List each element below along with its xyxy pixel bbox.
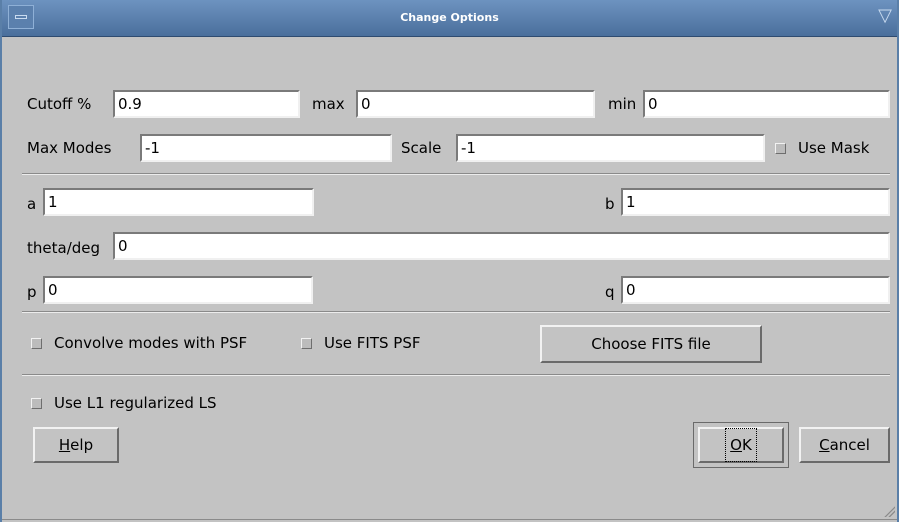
min-label: min (608, 95, 637, 113)
b-label: b (605, 195, 615, 213)
shade-triangle-icon[interactable]: ▽ (873, 2, 897, 32)
title-bar[interactable]: Change Options ▽ (2, 0, 897, 37)
help-mnemonic: H (58, 436, 71, 454)
use-fits-psf-checkbox[interactable] (301, 338, 312, 349)
use-mask-label[interactable]: Use Mask (798, 139, 869, 157)
scale-label: Scale (401, 139, 442, 157)
q-label: q (605, 283, 615, 301)
max-input[interactable]: 0 (356, 90, 595, 118)
a-label: a (27, 195, 37, 213)
change-options-dialog: Change Options ▽ Cutoff % 0.9 max 0 min … (0, 0, 899, 522)
max-modes-input[interactable]: -1 (140, 134, 392, 162)
ok-button[interactable]: OK (698, 427, 784, 463)
separator (22, 311, 890, 313)
cutoff-label: Cutoff % (27, 95, 92, 113)
min-input[interactable]: 0 (643, 90, 890, 118)
choose-fits-file-label: Choose FITS file (591, 335, 711, 353)
use-fits-psf-label[interactable]: Use FITS PSF (324, 334, 421, 352)
bottom-border (2, 519, 897, 520)
use-l1-checkbox[interactable] (31, 398, 42, 409)
convolve-psf-checkbox[interactable] (31, 338, 42, 349)
scale-input[interactable]: -1 (456, 134, 765, 162)
separator (22, 374, 890, 376)
p-label: p (27, 283, 37, 301)
b-input[interactable]: 1 (621, 188, 890, 216)
ok-mnemonic: O (730, 436, 742, 454)
cancel-button[interactable]: Cancel (799, 427, 890, 463)
resize-grip-icon[interactable] (883, 505, 895, 517)
separator (22, 173, 890, 175)
cancel-mnemonic: C (819, 436, 830, 454)
max-modes-label: Max Modes (27, 139, 112, 157)
choose-fits-file-button[interactable]: Choose FITS file (540, 325, 762, 363)
theta-label: theta/deg (27, 239, 101, 257)
help-label: elp (70, 436, 94, 454)
a-input[interactable]: 1 (43, 188, 314, 216)
max-label: max (312, 95, 345, 113)
help-button[interactable]: Help (33, 427, 119, 463)
p-input[interactable]: 0 (43, 276, 313, 304)
cancel-label: ancel (829, 436, 870, 454)
theta-input[interactable]: 0 (113, 232, 890, 260)
q-input[interactable]: 0 (621, 276, 890, 304)
cutoff-input[interactable]: 0.9 (113, 90, 300, 118)
window-title: Change Options (400, 11, 499, 24)
ok-label: K (741, 436, 752, 454)
convolve-psf-label[interactable]: Convolve modes with PSF (54, 334, 247, 352)
use-l1-label[interactable]: Use L1 regularized LS (54, 394, 217, 412)
use-mask-checkbox[interactable] (775, 143, 786, 154)
